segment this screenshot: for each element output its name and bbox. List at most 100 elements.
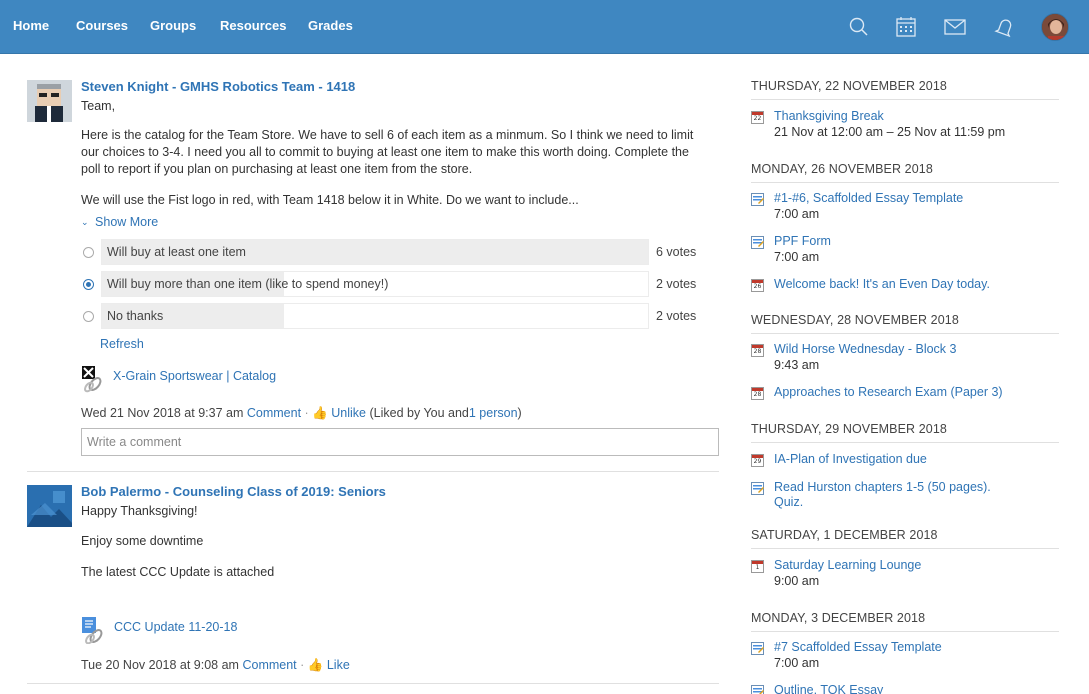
calendar-event[interactable]: 22 Thanksgiving Break 21 Nov at 12:00 am… xyxy=(751,109,1059,143)
poll-option[interactable]: Will buy more than one item (like to spe… xyxy=(81,271,719,297)
nav-groups[interactable]: Groups xyxy=(150,18,196,33)
attachment-link[interactable]: X-Grain Sportswear | Catalog xyxy=(113,369,276,383)
mail-icon[interactable] xyxy=(942,14,968,40)
assignment-icon xyxy=(751,642,764,655)
calendar-28-icon: 28 xyxy=(751,387,765,401)
event-title-link[interactable]: Approaches to Research Exam (Paper 3) xyxy=(774,385,1054,400)
nav-resources[interactable]: Resources xyxy=(220,18,286,33)
post-timestamp: Tue 20 Nov 2018 at 9:08 am xyxy=(81,658,239,672)
calendar-26-icon: 26 xyxy=(751,279,765,293)
poll-option[interactable]: Will buy at least one item 6 votes xyxy=(81,239,719,265)
nav-courses[interactable]: Courses xyxy=(76,18,128,33)
poll-radio[interactable] xyxy=(83,311,94,322)
calendar-event[interactable]: #7 Scaffolded Essay Template 7:00 am xyxy=(751,640,1059,674)
poll-vote-count: 2 votes xyxy=(656,309,697,323)
calendar-event[interactable]: 28 Approaches to Research Exam (Paper 3) xyxy=(751,385,1059,403)
poll-option-label: Will buy more than one item (like to spe… xyxy=(107,277,389,291)
assignment-icon xyxy=(751,482,764,495)
event-time: 7:00 am xyxy=(774,250,820,264)
post-text-line: The latest CCC Update is attached xyxy=(81,565,275,579)
liked-by-link[interactable]: 1 person xyxy=(469,406,518,420)
post-divider xyxy=(27,471,719,472)
post-author-link[interactable]: Steven Knight - GMHS Robotics Team - 141… xyxy=(81,79,355,94)
day-heading: WEDNESDAY, 28 NOVEMBER 2018 xyxy=(751,313,1059,334)
poll-bar-track: No thanks xyxy=(101,303,649,329)
event-time: 7:00 am xyxy=(774,656,820,670)
assignment-icon xyxy=(751,193,764,206)
post-text-paragraph: Here is the catalog for the Team Store. … xyxy=(81,128,694,176)
liked-by-suffix: ) xyxy=(517,406,522,420)
calendar-22-icon: 22 xyxy=(751,111,765,125)
calendar-event[interactable]: 29 IA-Plan of Investigation due xyxy=(751,452,1059,470)
calendar-icon[interactable] xyxy=(893,14,919,40)
comment-link[interactable]: Comment xyxy=(247,406,301,420)
liked-by-prefix: (Liked by You and xyxy=(369,406,469,420)
poll-bar-track: Will buy more than one item (like to spe… xyxy=(101,271,649,297)
poll-radio-selected[interactable] xyxy=(83,279,94,290)
day-heading: MONDAY, 3 DECEMBER 2018 xyxy=(751,611,1059,632)
post-meta-row: Tue 20 Nov 2018 at 9:08 am Comment · 👍 L… xyxy=(81,658,350,673)
event-time: 21 Nov at 12:00 am – 25 Nov at 11:59 pm xyxy=(774,125,1006,139)
event-title-link[interactable]: Read Hurston chapters 1-5 (50 pages). Qu… xyxy=(774,480,1014,510)
event-title-link[interactable]: Welcome back! It's an Even Day today. xyxy=(774,277,1054,292)
event-title-link[interactable]: Wild Horse Wednesday - Block 3 xyxy=(774,342,1054,357)
calendar-event[interactable]: PPF Form 7:00 am xyxy=(751,234,1059,268)
post-text-line: Enjoy some downtime xyxy=(81,534,204,548)
poll-refresh-link[interactable]: Refresh xyxy=(100,337,144,351)
event-title-link[interactable]: Saturday Learning Lounge xyxy=(774,558,1054,573)
post-author-avatar[interactable] xyxy=(27,485,72,527)
notifications-icon[interactable] xyxy=(992,14,1018,40)
nav-home[interactable]: Home xyxy=(13,18,49,33)
separator-dot: · xyxy=(304,406,309,420)
calendar-event[interactable]: Read Hurston chapters 1-5 (50 pages). Qu… xyxy=(751,480,1059,512)
search-icon[interactable] xyxy=(846,14,872,40)
calendar-event[interactable]: 1 Saturday Learning Lounge 9:00 am xyxy=(751,558,1059,592)
post-text-paragraph: We will use the Fist logo in red, with T… xyxy=(81,193,579,207)
post-author-link[interactable]: Bob Palermo - Counseling Class of 2019: … xyxy=(81,484,386,499)
calendar-29-icon: 29 xyxy=(751,454,765,468)
event-time: 9:43 am xyxy=(774,358,820,372)
poll-option[interactable]: No thanks 2 votes xyxy=(81,303,719,329)
calendar-event[interactable]: 28 Wild Horse Wednesday - Block 3 9:43 a… xyxy=(751,342,1059,376)
assignment-icon xyxy=(751,236,764,249)
document-attachment-icon xyxy=(82,617,103,644)
event-title-link[interactable]: Outline, TOK Essay xyxy=(774,683,1054,694)
calendar-1-icon: 1 xyxy=(751,560,765,574)
attachment-link[interactable]: CCC Update 11-20-18 xyxy=(114,620,237,634)
calendar-28-icon: 28 xyxy=(751,344,765,358)
post-divider xyxy=(27,683,719,684)
poll-vote-count: 6 votes xyxy=(656,245,697,259)
post-meta-row: Wed 21 Nov 2018 at 9:37 am Comment · 👍 U… xyxy=(81,406,522,421)
post-author-avatar[interactable] xyxy=(27,80,72,122)
poll-option-label: Will buy at least one item xyxy=(107,245,246,259)
chevron-down-icon: ⌄ xyxy=(81,217,89,227)
nav-grades[interactable]: Grades xyxy=(308,18,353,33)
event-time: 9:00 am xyxy=(774,574,820,588)
link-attachment-icon xyxy=(82,366,102,393)
poll-bar-track: Will buy at least one item xyxy=(101,239,649,265)
day-heading: SATURDAY, 1 DECEMBER 2018 xyxy=(751,528,1059,549)
assignment-icon xyxy=(751,685,764,694)
event-title-link[interactable]: #1-#6, Scaffolded Essay Template xyxy=(774,191,1054,206)
comment-link[interactable]: Comment xyxy=(242,658,296,672)
show-more-link[interactable]: ⌄ Show More xyxy=(81,215,158,229)
feed-post: Steven Knight - GMHS Robotics Team - 141… xyxy=(27,79,719,474)
comment-input[interactable]: Write a comment xyxy=(81,428,719,456)
event-title-link[interactable]: #7 Scaffolded Essay Template xyxy=(774,640,1054,655)
user-avatar[interactable] xyxy=(1041,13,1069,41)
upcoming-events-sidebar: THURSDAY, 22 NOVEMBER 2018 22 Thanksgivi… xyxy=(751,79,1059,694)
calendar-event[interactable]: Outline, TOK Essay xyxy=(751,683,1059,694)
post-text-line: Team, xyxy=(81,99,116,113)
poll-radio[interactable] xyxy=(83,247,94,258)
like-link[interactable]: Like xyxy=(327,658,350,672)
unlike-link[interactable]: Unlike xyxy=(331,406,366,420)
event-title-link[interactable]: IA-Plan of Investigation due xyxy=(774,452,1054,467)
poll-option-label: No thanks xyxy=(107,309,164,323)
event-title-link[interactable]: Thanksgiving Break xyxy=(774,109,1054,124)
calendar-event[interactable]: 26 Welcome back! It's an Even Day today. xyxy=(751,277,1059,295)
calendar-event[interactable]: #1-#6, Scaffolded Essay Template 7:00 am xyxy=(751,191,1059,225)
poll-vote-count: 2 votes xyxy=(656,277,697,291)
event-title-link[interactable]: PPF Form xyxy=(774,234,1054,249)
day-heading: THURSDAY, 22 NOVEMBER 2018 xyxy=(751,79,1059,100)
feed-post: Bob Palermo - Counseling Class of 2019: … xyxy=(27,484,719,684)
